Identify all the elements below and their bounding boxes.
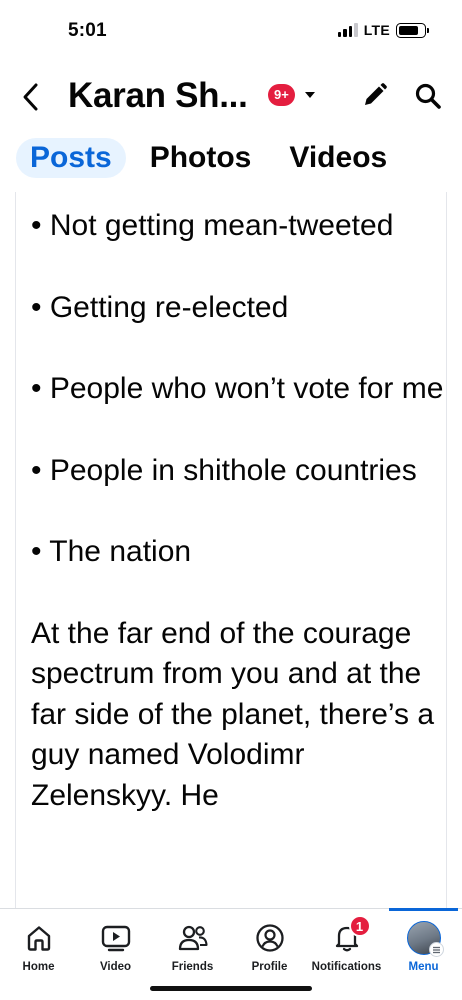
post-body[interactable]: • Not getting mean-tweeted • Getting re-…	[15, 192, 447, 908]
video-icon	[99, 921, 133, 955]
post-bullet: • The nation	[31, 535, 192, 568]
home-indicator	[150, 986, 312, 991]
battery-icon	[396, 22, 429, 38]
nav-profile[interactable]: Profile	[231, 909, 308, 981]
nav-home[interactable]: Home	[0, 909, 77, 981]
nav-video[interactable]: Video	[77, 909, 154, 981]
post-text: • Not getting mean-tweeted • Getting re-…	[16, 192, 446, 816]
post-paragraph: At the far end of the courage spectrum f…	[31, 616, 435, 812]
notification-badge: 9+	[268, 84, 295, 106]
search-icon	[415, 83, 441, 109]
network-type: LTE	[363, 22, 390, 38]
post-bullet: • Not getting mean-tweeted	[31, 209, 394, 242]
bottom-nav: Home Video Friends Profile 1 Notificatio…	[0, 908, 462, 1000]
profile-switcher-button[interactable]: 9+	[268, 84, 317, 106]
signal-icon	[337, 23, 358, 37]
tab-posts[interactable]: Posts	[16, 138, 126, 178]
edit-button[interactable]	[360, 82, 388, 110]
status-indicators: LTE	[337, 22, 429, 38]
menu-avatar-icon	[406, 921, 444, 957]
nav-friends[interactable]: Friends	[154, 909, 231, 981]
post-bullet: • People in shithole countries	[31, 453, 417, 487]
home-icon	[22, 921, 56, 955]
profile-tabs: Posts Photos Videos	[16, 138, 401, 178]
nav-menu[interactable]: Menu	[385, 908, 462, 981]
nav-notifications[interactable]: 1 Notifications	[308, 909, 385, 981]
status-bar: 5:01 LTE	[0, 0, 462, 64]
nav-label: Profile	[251, 961, 288, 973]
notification-count-badge: 1	[348, 915, 371, 937]
search-button[interactable]	[414, 82, 442, 110]
page-header: Karan Sh... 9+	[0, 72, 462, 122]
pencil-icon	[365, 83, 387, 105]
tab-photos[interactable]: Photos	[136, 138, 266, 178]
back-button[interactable]	[16, 80, 46, 114]
status-time: 5:01	[68, 20, 107, 41]
page-title: Karan Sh...	[68, 76, 248, 115]
post-bullet: • People who won’t vote for me	[31, 372, 444, 405]
nav-label: Notifications	[311, 961, 382, 973]
nav-label: Menu	[408, 961, 439, 973]
nav-label: Home	[22, 961, 55, 973]
friends-icon	[176, 921, 210, 955]
hamburger-icon	[428, 942, 444, 957]
post-bullet: • Getting re-elected	[31, 290, 289, 324]
nav-label: Friends	[171, 961, 214, 973]
profile-icon	[253, 921, 287, 955]
caret-down-icon	[304, 92, 315, 98]
nav-label: Video	[99, 961, 132, 973]
chevron-left-icon	[23, 83, 38, 111]
tab-videos[interactable]: Videos	[275, 138, 401, 178]
